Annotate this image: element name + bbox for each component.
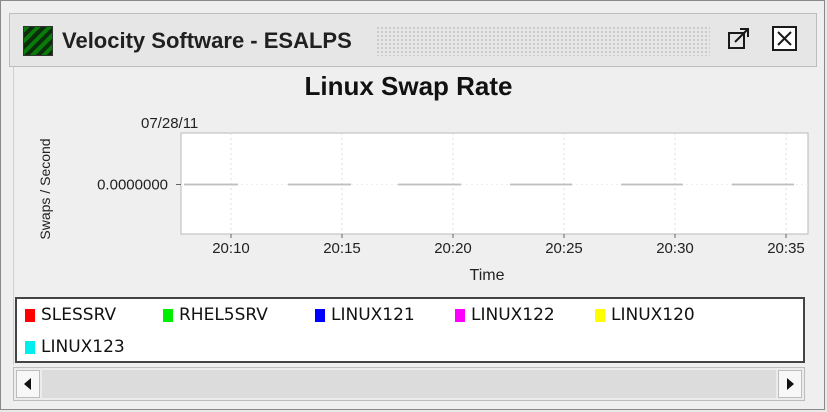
legend-label: LINUX120 (611, 305, 695, 325)
legend-swatch (595, 308, 605, 322)
legend-item: LINUX121 (315, 305, 415, 325)
legend-label: LINUX121 (331, 305, 415, 325)
chart-legend: SLESSRV RHEL5SRV LINUX121 LINUX122 LINUX120 L… (15, 297, 805, 363)
horizontal-scrollbar[interactable] (13, 367, 805, 401)
legend-label: LINUX123 (41, 337, 125, 357)
legend-label: SLESSRV (41, 305, 117, 325)
legend-item: RHEL5SRV (163, 305, 268, 325)
scroll-left-button[interactable] (16, 370, 40, 398)
x-tick-label: 20:20 (434, 240, 472, 257)
legend-item: SLESSRV (25, 305, 116, 325)
x-tick-label: 20:15 (323, 240, 361, 257)
chart-plot: 20:10 20:15 20:20 20:25 20:30 20:35 0.0000000 (97, 132, 809, 257)
y-tick-label: 0.0000000 (97, 177, 168, 194)
legend-swatch (163, 308, 173, 322)
plot-area (180, 132, 809, 235)
arrow-left-icon (24, 378, 31, 390)
legend-item: LINUX120 (595, 305, 695, 325)
legend-label: LINUX122 (471, 305, 555, 325)
arrow-right-icon (787, 378, 794, 390)
legend-swatch (25, 308, 35, 322)
legend-item: LINUX122 (455, 305, 555, 325)
legend-item: LINUX123 (25, 337, 125, 357)
x-tick-label: 20:10 (212, 240, 250, 257)
app-window: Velocity Software - ESALPS Linux Swap Ra… (0, 0, 825, 410)
x-tick-label: 20:30 (656, 240, 694, 257)
scroll-track[interactable] (42, 370, 776, 398)
x-tick-label: 20:35 (767, 240, 805, 257)
legend-swatch (455, 308, 465, 322)
x-tick-label: 20:25 (545, 240, 583, 257)
legend-swatch (315, 308, 325, 322)
legend-swatch (25, 340, 35, 354)
legend-label: RHEL5SRV (179, 305, 268, 325)
scroll-right-button[interactable] (778, 370, 802, 398)
